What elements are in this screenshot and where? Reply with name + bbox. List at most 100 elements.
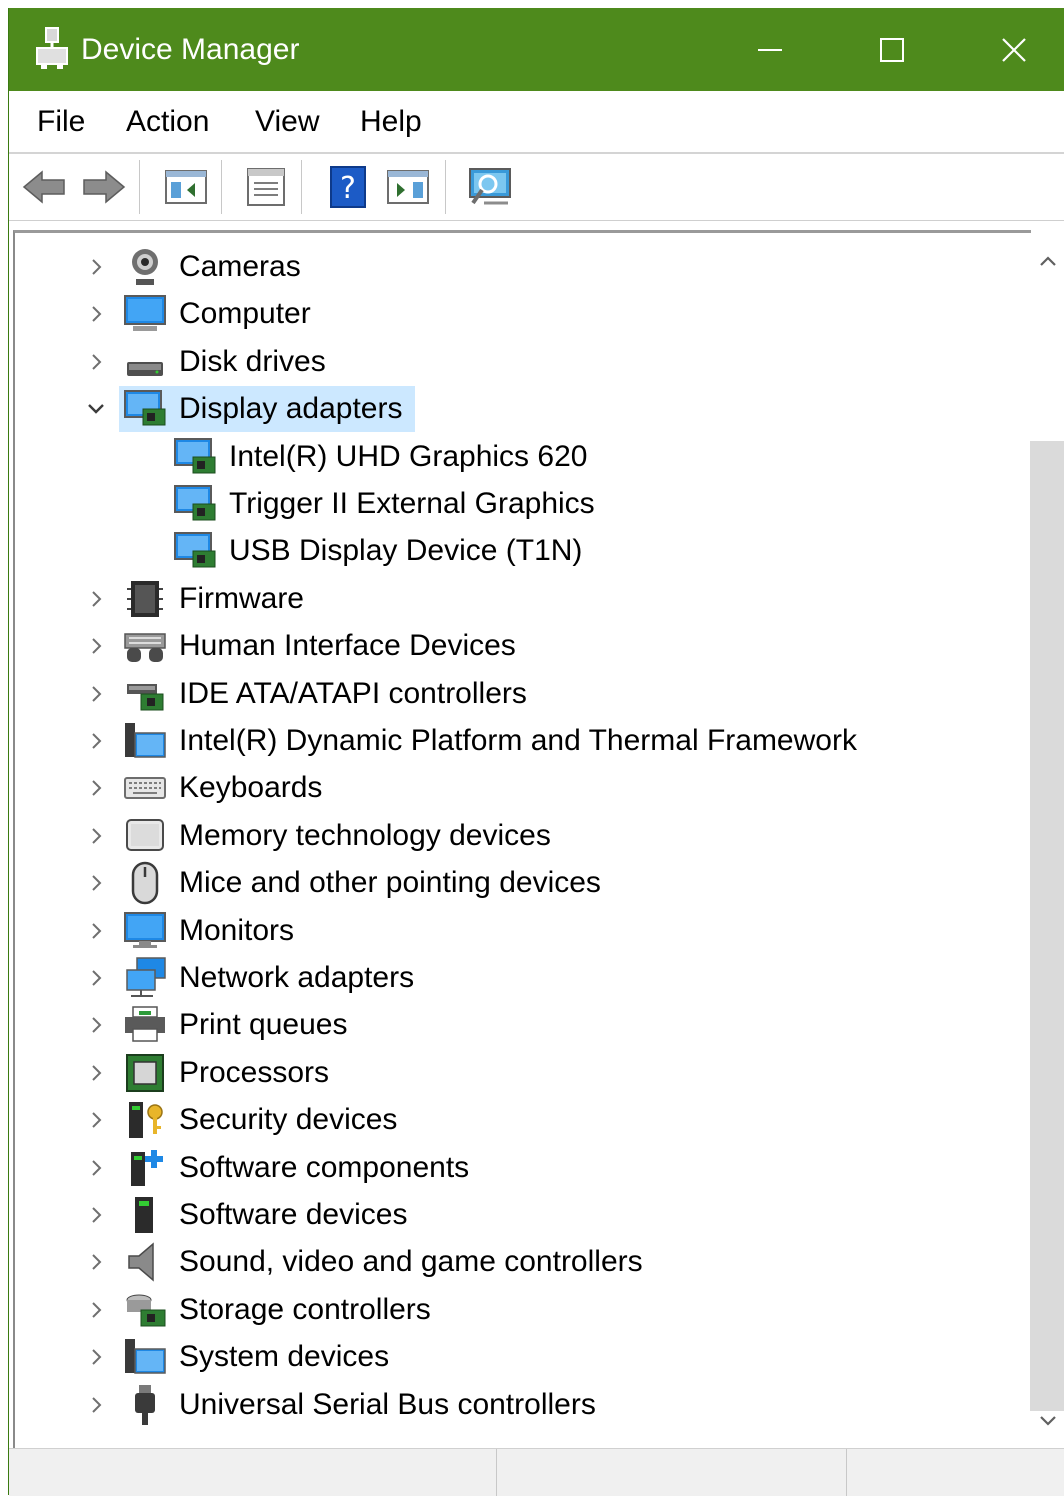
tree-category-item[interactable]: Human Interface Devices — [15, 623, 1015, 670]
tree-item-label: Mice and other pointing devices — [179, 866, 601, 900]
chevron-right-icon[interactable] — [85, 1346, 107, 1368]
network-adapter-icon — [126, 957, 166, 997]
menu-file[interactable]: File — [35, 105, 87, 139]
chevron-right-icon[interactable] — [85, 1014, 107, 1036]
chevron-right-icon[interactable] — [85, 1157, 107, 1179]
tree-category-item[interactable]: Software devices — [15, 1192, 1015, 1239]
back-button[interactable] — [21, 164, 67, 210]
forward-button[interactable] — [81, 164, 127, 210]
tree-category-item[interactable]: Monitors — [15, 908, 1015, 955]
memory-device-icon — [126, 818, 164, 851]
chevron-right-icon[interactable] — [85, 825, 107, 847]
tree-item-label: IDE ATA/ATAPI controllers — [179, 676, 527, 710]
chevron-right-icon[interactable] — [85, 256, 107, 278]
tree-category-item[interactable]: Computer — [15, 291, 1015, 338]
toolbar-separator — [221, 160, 222, 214]
close-icon — [1002, 37, 1026, 62]
tree-item-label: Sound, video and game controllers — [179, 1245, 643, 1279]
chevron-down-icon[interactable] — [85, 398, 107, 420]
tree-category-item[interactable]: Sound, video and game controllers — [15, 1239, 1015, 1286]
display-adapter-icon — [174, 532, 216, 568]
chevron-right-icon[interactable] — [85, 1394, 107, 1416]
tree-category-item[interactable]: Software components — [15, 1145, 1015, 1192]
tree-child-item[interactable]: Trigger II External Graphics — [15, 481, 1015, 528]
chevron-right-icon[interactable] — [85, 777, 107, 799]
toolbar-separator — [139, 160, 140, 214]
properties-button[interactable] — [243, 164, 289, 210]
tree-category-item[interactable]: Cameras — [15, 244, 1015, 291]
status-bar — [9, 1448, 1064, 1496]
toolbar-separator — [301, 160, 302, 214]
close-button[interactable] — [953, 8, 1064, 91]
tree-category-item[interactable]: IDE ATA/ATAPI controllers — [15, 671, 1015, 718]
monitor-icon — [124, 911, 166, 948]
help-button[interactable]: ? — [325, 164, 371, 210]
menu-view[interactable]: View — [253, 105, 321, 139]
tree-category-item[interactable]: Keyboards — [15, 765, 1015, 812]
chevron-right-icon[interactable] — [85, 1251, 107, 1273]
display-adapter-icon — [124, 390, 166, 426]
chevron-right-icon[interactable] — [85, 1109, 107, 1131]
tree-category-item[interactable]: Display adapters — [15, 386, 1015, 433]
tree-item-label: System devices — [179, 1340, 390, 1374]
show-hide-console-tree-icon — [165, 170, 207, 204]
back-arrow-icon — [22, 170, 65, 204]
status-separator — [496, 1449, 497, 1496]
tree-category-item[interactable]: Intel(R) Dynamic Platform and Thermal Fr… — [15, 718, 1015, 765]
svg-text:?: ? — [340, 171, 356, 206]
tree-item-label: Software components — [179, 1150, 470, 1184]
tree-category-item[interactable]: Firmware — [15, 576, 1015, 623]
action-pane-icon — [387, 170, 429, 204]
scroll-up-arrow-icon[interactable] — [1035, 248, 1061, 274]
device-manager-app-icon — [36, 27, 68, 69]
chevron-right-icon[interactable] — [85, 683, 107, 705]
toolbar: ? — [9, 154, 1064, 221]
title-bar[interactable]: Device Manager — [9, 8, 1064, 91]
computer-icon — [124, 295, 166, 332]
tree-item-label: Firmware — [179, 581, 304, 615]
tree-child-item[interactable]: USB Display Device (T1N) — [15, 528, 1015, 575]
tree-category-item[interactable]: System devices — [15, 1334, 1015, 1381]
action-pane-button[interactable] — [385, 164, 431, 210]
chevron-right-icon[interactable] — [85, 1299, 107, 1321]
chevron-right-icon[interactable] — [85, 1204, 107, 1226]
scrollbar-thumb[interactable] — [1030, 441, 1064, 1411]
chevron-right-icon[interactable] — [85, 351, 107, 373]
chevron-right-icon[interactable] — [85, 588, 107, 610]
tree-category-item[interactable]: Print queues — [15, 1002, 1015, 1049]
tree-category-item[interactable]: Security devices — [15, 1097, 1015, 1144]
mouse-icon — [131, 861, 159, 905]
maximize-button[interactable] — [831, 8, 953, 91]
status-separator — [846, 1449, 847, 1496]
menu-action[interactable]: Action — [124, 105, 211, 139]
scan-hardware-changes-button[interactable] — [467, 164, 513, 210]
forward-arrow-icon — [83, 170, 126, 204]
tree-category-item[interactable]: Universal Serial Bus controllers — [15, 1382, 1015, 1429]
chevron-right-icon[interactable] — [85, 920, 107, 942]
tree-category-item[interactable]: Memory technology devices — [15, 813, 1015, 860]
tree-item-label: Print queues — [179, 1008, 348, 1042]
printer-icon — [125, 1006, 165, 1043]
menu-help[interactable]: Help — [358, 105, 424, 139]
tree-category-item[interactable]: Disk drives — [15, 339, 1015, 386]
scroll-down-arrow-icon[interactable] — [1035, 1408, 1061, 1434]
tree-category-item[interactable]: Storage controllers — [15, 1287, 1015, 1334]
device-tree[interactable]: Cameras Computer Disk drives Display adapte… — [13, 230, 1031, 1449]
tree-category-item[interactable]: Network adapters — [15, 955, 1015, 1002]
tree-item-label: Disk drives — [179, 344, 326, 378]
chevron-right-icon[interactable] — [85, 1062, 107, 1084]
tree-item-label: Keyboards — [179, 771, 323, 805]
chevron-right-icon[interactable] — [85, 635, 107, 657]
minimize-button[interactable] — [709, 8, 831, 91]
show-hide-console-tree-button[interactable] — [163, 164, 209, 210]
tree-category-item[interactable]: Processors — [15, 1050, 1015, 1097]
chevron-right-icon[interactable] — [85, 730, 107, 752]
chevron-right-icon[interactable] — [85, 967, 107, 989]
chevron-right-icon[interactable] — [85, 872, 107, 894]
keyboard-icon — [124, 777, 166, 800]
tree-child-item[interactable]: Intel(R) UHD Graphics 620 — [15, 434, 1015, 481]
tree-category-item[interactable]: Mice and other pointing devices — [15, 860, 1015, 907]
tree-item-label: Network adapters — [179, 961, 415, 994]
properties-icon — [247, 168, 285, 206]
chevron-right-icon[interactable] — [85, 303, 107, 325]
